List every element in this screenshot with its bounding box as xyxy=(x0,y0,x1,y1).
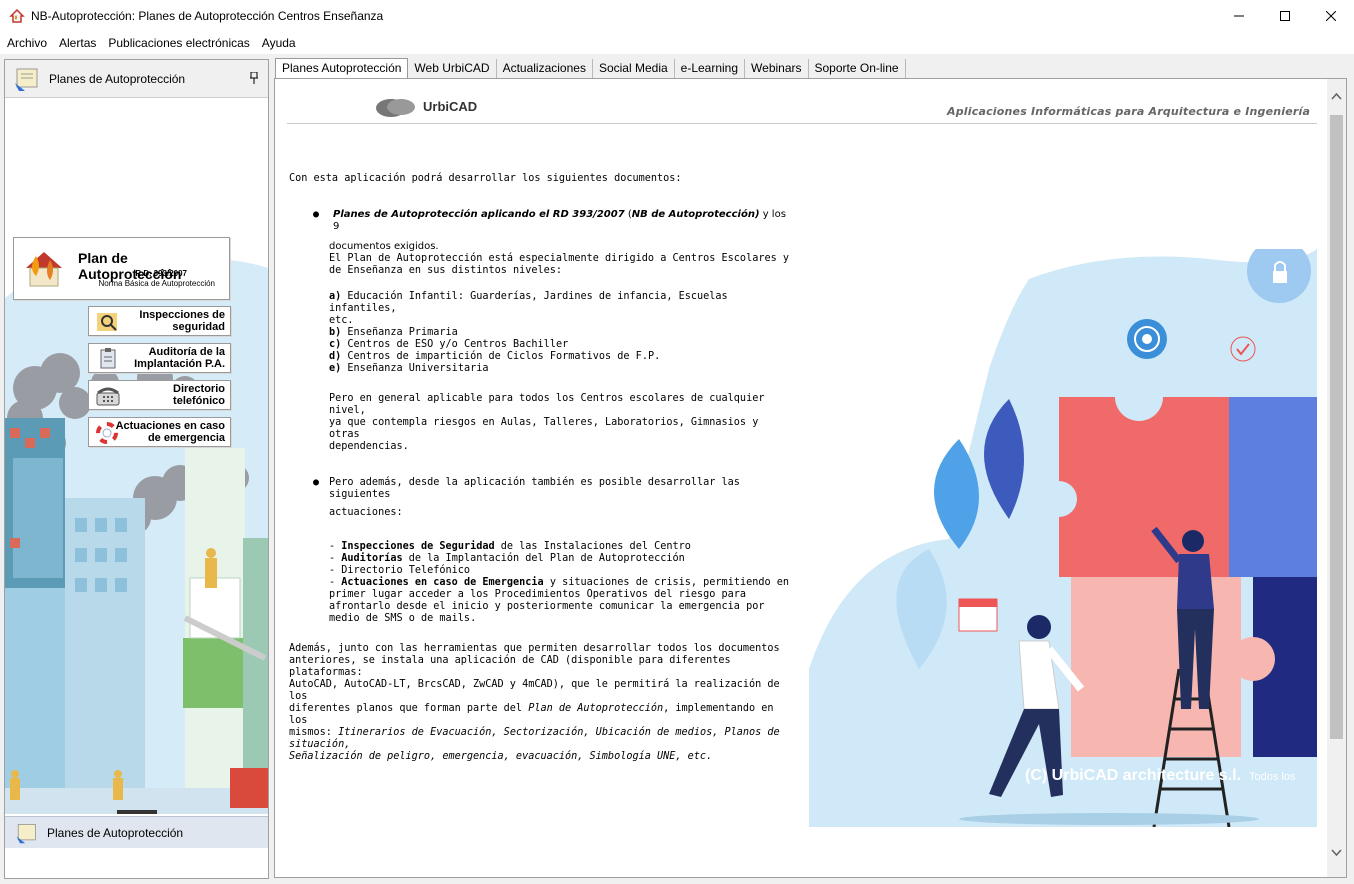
para2-line2: ya que contempla riesgos en Aulas, Talle… xyxy=(329,417,759,440)
tagline: Aplicaciones Informáticas para Arquitect… xyxy=(947,105,1311,118)
inspecciones-label-2: seguridad xyxy=(172,321,225,333)
minimize-button[interactable] xyxy=(1216,0,1262,31)
para2-line3: dependencias. xyxy=(329,441,409,452)
bullet-2: ● Pero además, desde la aplicación tambi… xyxy=(289,477,794,519)
left-panel-header[interactable]: Planes de Autoprotección xyxy=(5,60,268,98)
menu-ayuda[interactable]: Ayuda xyxy=(256,31,302,55)
directorio-label-2: telefónico xyxy=(173,395,225,407)
tab-planes-autoproteccion[interactable]: Planes Autoprotección xyxy=(275,58,409,78)
telephone-icon xyxy=(96,387,120,406)
inspecciones-button[interactable]: Inspecciones de seguridad xyxy=(88,306,231,336)
close-icon xyxy=(1326,10,1336,21)
menu-bar: Archivo Alertas Publicaciones electrónic… xyxy=(0,31,1354,55)
para2-line1: Pero en general aplicable para todos los… xyxy=(329,393,765,416)
emergency-scene-illustration: Plan de Autoprotección R.D. 393/2007 Nor… xyxy=(5,98,268,814)
tab-e-learning[interactable]: e-Learning xyxy=(675,59,746,78)
auditoria-label-1: Auditoría de la xyxy=(148,346,225,358)
maximize-button[interactable] xyxy=(1262,0,1308,31)
level-item: d) Centros de impartición de Ciclos Form… xyxy=(329,351,661,362)
bullet2-line1: Pero además, desde la aplicación también… xyxy=(329,477,740,500)
scroll-down-arrow-icon[interactable] xyxy=(1331,849,1342,856)
bullet1-paren: ( xyxy=(624,209,632,220)
pin-icon[interactable] xyxy=(250,72,258,84)
urbicad-logo-text: UrbiCAD xyxy=(423,99,478,114)
level-item: e) Enseñanza Universitaria xyxy=(329,363,489,374)
menu-alertas[interactable]: Alertas xyxy=(53,31,102,55)
magnifier-icon xyxy=(97,313,117,331)
tab-web-urbicad[interactable]: Web UrbiCAD xyxy=(408,59,497,78)
plan-rd: R.D. 393/2007 xyxy=(135,269,187,278)
tab-actualizaciones[interactable]: Actualizaciones xyxy=(497,59,593,78)
copyright-text: (C) UrbiCAD architecture s.l. Todos los xyxy=(1025,767,1296,784)
level-item: etc. xyxy=(329,315,354,326)
actuaciones-label-1: Actuaciones en caso xyxy=(115,420,225,432)
auditoria-label-2: Implantación P.A. xyxy=(134,358,225,370)
tab-soporte-online[interactable]: Soporte On-line xyxy=(809,59,906,78)
plan-norma: Norma Básica de Autoprotección xyxy=(98,279,215,288)
tab-webinars[interactable]: Webinars xyxy=(745,59,809,78)
content-browser: UrbiCAD Aplicaciones Informáticas para A… xyxy=(274,78,1347,878)
minimize-icon xyxy=(1234,15,1244,16)
directorio-button[interactable]: Directorio telefónico xyxy=(88,380,231,410)
actuaciones-button[interactable]: Actuaciones en caso de emergencia xyxy=(88,417,231,447)
tab-social-media[interactable]: Social Media xyxy=(593,59,675,78)
inspecciones-label-1: Inspecciones de xyxy=(139,309,225,321)
intro-text: Con esta aplicación podrá desarrollar lo… xyxy=(289,173,682,184)
left-panel-title: Planes de Autoprotección xyxy=(49,71,186,86)
directorio-label-1: Directorio xyxy=(173,383,225,395)
para1-line2: de Enseñanza en sus distintos niveles: xyxy=(329,265,563,276)
header-divider xyxy=(287,123,1317,124)
actuaciones-label-2: de emergencia xyxy=(147,432,225,444)
menu-archivo[interactable]: Archivo xyxy=(0,31,53,55)
level-item: c) Centros de ESO y/o Centros Bachiller xyxy=(329,339,569,350)
levels-list: a) Educación Infantil: Guarderías, Jardi… xyxy=(329,291,794,375)
scrollbar-thumb[interactable] xyxy=(1330,115,1343,739)
scroll-up-arrow-icon[interactable] xyxy=(1331,93,1342,100)
bullet-dot: ● xyxy=(313,477,320,488)
left-panel-footer[interactable]: Planes de Autoprotección xyxy=(5,816,268,848)
bullet1-italic: NB de Autoprotección) xyxy=(631,209,760,220)
content-scrollbar[interactable] xyxy=(1327,79,1346,877)
city-fire-background xyxy=(5,98,268,814)
puzzle-scene xyxy=(809,249,1317,827)
clipboard-icon xyxy=(100,348,116,369)
teamwork-puzzle-illustration: (C) UrbiCAD architecture s.l. Todos los xyxy=(809,249,1317,827)
bullet-dot: ● xyxy=(313,209,320,220)
urbicad-logo-icon xyxy=(376,99,415,117)
bullet-1: ● Planes de Autoprotección aplicando el … xyxy=(289,209,794,252)
plan-autoproteccion-button[interactable]: Plan de Autoprotección R.D. 393/2007 Nor… xyxy=(13,237,230,300)
left-panel-footer-label: Planes de Autoprotección xyxy=(47,825,184,840)
maximize-icon xyxy=(1280,10,1290,21)
window-title: NB-Autoprotección: Planes de Autoprotecc… xyxy=(31,8,384,23)
final-paragraph: Además, junto con las herramientas que p… xyxy=(289,643,780,762)
actions-list: - Inspecciones de Seguridad de las Insta… xyxy=(329,541,790,624)
document-scroll-icon xyxy=(16,823,36,843)
app-house-icon xyxy=(9,8,25,23)
document-text: Con esta aplicación podrá desarrollar lo… xyxy=(289,173,794,763)
bullet2-line2: actuaciones: xyxy=(329,507,403,518)
auditoria-button[interactable]: Auditoría de la Implantación P.A. xyxy=(88,343,231,373)
bullet1-bold: Planes de Autoprotección aplicando el RD… xyxy=(333,209,625,220)
close-button[interactable] xyxy=(1308,0,1354,31)
level-item: a) Educación Infantil: Guarderías, Jardi… xyxy=(329,291,728,314)
title-bar: NB-Autoprotección: Planes de Autoprotecc… xyxy=(0,0,1354,31)
bullet1-line2: documentos exigidos. xyxy=(329,241,439,252)
tab-strip: Planes Autoprotección Web UrbiCAD Actual… xyxy=(275,58,906,78)
menu-publicaciones[interactable]: Publicaciones electrónicas xyxy=(102,31,255,55)
left-panel: Planes de Autoprotección Plan de Autopro… xyxy=(4,59,269,879)
level-item: b) Enseñanza Primaria xyxy=(329,327,458,338)
para1-line1: El Plan de Autoprotección está especialm… xyxy=(329,253,790,264)
document-scroll-icon xyxy=(15,68,38,91)
